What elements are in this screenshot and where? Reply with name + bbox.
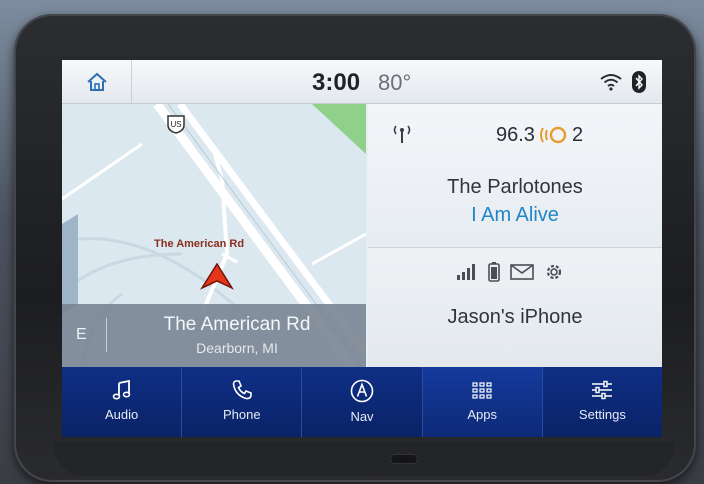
antenna-icon bbox=[393, 125, 411, 143]
current-city: Dearborn, MI bbox=[196, 340, 278, 356]
hd-channel: 2 bbox=[572, 124, 584, 146]
current-road-name: The American Rd bbox=[163, 314, 311, 335]
svg-text:US: US bbox=[170, 120, 181, 129]
hd-radio-icon bbox=[540, 126, 567, 144]
navigation-icon bbox=[350, 379, 374, 403]
message-icon bbox=[510, 264, 534, 280]
battery-icon bbox=[488, 262, 500, 282]
nav-apps[interactable]: Apps bbox=[422, 367, 543, 437]
map-view[interactable]: US The American Rd E The American Rd Dea… bbox=[62, 104, 366, 367]
sliders-icon bbox=[592, 380, 613, 400]
nav-navigation-label: Nav bbox=[350, 409, 374, 424]
radio-frequency: 96.3 bbox=[496, 124, 535, 146]
bottom-nav-bar: Audio Phone Nav Apps Settings bbox=[62, 367, 662, 437]
home-button[interactable] bbox=[62, 60, 132, 104]
phone-status-icons bbox=[456, 262, 564, 282]
signal-strength-icon bbox=[457, 264, 475, 280]
apps-grid-icon bbox=[472, 382, 492, 399]
nav-phone[interactable]: Phone bbox=[182, 367, 303, 437]
music-note-icon bbox=[112, 379, 130, 400]
status-icons bbox=[600, 71, 646, 93]
us-route-shield-icon: US bbox=[167, 115, 185, 134]
artist-name: The Parlotones bbox=[447, 176, 583, 198]
nav-audio[interactable]: Audio bbox=[62, 367, 183, 437]
sync-screen: 3:00 80° US The American Rd E The Americ… bbox=[62, 60, 662, 437]
wifi-icon bbox=[600, 74, 622, 91]
compass-heading: E bbox=[76, 326, 87, 343]
footer-divider bbox=[106, 318, 107, 352]
nav-navigation[interactable]: Nav bbox=[302, 367, 423, 437]
phone-device-name: Jason's iPhone bbox=[447, 306, 583, 328]
bezel-bottom bbox=[54, 442, 674, 476]
phone-panel[interactable]: Jason's iPhone bbox=[368, 248, 662, 367]
status-bar: 3:00 80° bbox=[62, 60, 662, 104]
outside-temperature: 80° bbox=[378, 70, 412, 95]
bezel-notch bbox=[390, 454, 418, 464]
nav-settings[interactable]: Settings bbox=[543, 367, 662, 437]
clock: 3:00 bbox=[312, 69, 361, 96]
radio-panel[interactable]: 96.3 2 The Parlotones I Am Alive bbox=[368, 104, 662, 248]
phone-icon bbox=[232, 380, 252, 400]
song-title: I Am Alive bbox=[471, 204, 559, 226]
nav-phone-label: Phone bbox=[223, 407, 261, 422]
nav-settings-label: Settings bbox=[578, 407, 626, 422]
nav-apps-label: Apps bbox=[467, 407, 498, 422]
map-location-footer: E The American Rd Dearborn, MI bbox=[62, 304, 366, 367]
bluetooth-icon bbox=[632, 71, 646, 93]
map-road-label: The American Rd bbox=[154, 238, 245, 250]
nav-audio-label: Audio bbox=[104, 407, 139, 422]
navigation-arrow-icon bbox=[200, 262, 234, 290]
home-icon bbox=[86, 72, 107, 91]
settings-gear-icon bbox=[546, 264, 562, 280]
